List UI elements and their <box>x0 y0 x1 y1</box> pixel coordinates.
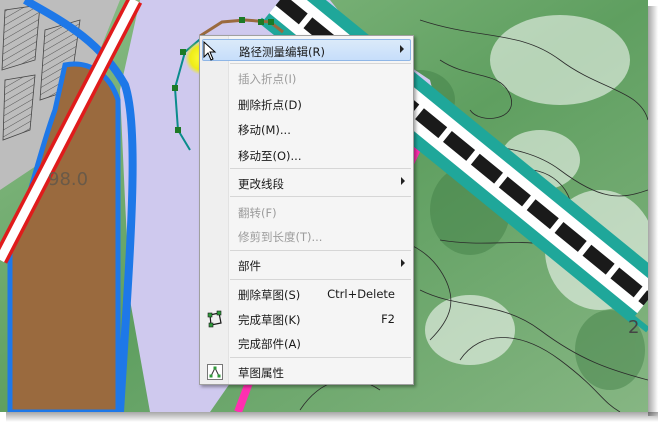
menu-item-delete-sketch[interactable]: 删除草图(S) Ctrl+Delete <box>202 283 411 305</box>
menu-item-label: 翻转(F) <box>238 206 277 220</box>
submenu-arrow-icon <box>401 259 405 267</box>
menu-item-change-segment[interactable]: 更改线段 <box>202 172 411 194</box>
menu-item-label: 删除草图(S) <box>238 288 301 302</box>
menu-item-finish-sketch[interactable]: 完成草图(K) F2 <box>202 308 411 330</box>
menu-item-move-to[interactable]: 移动至(O)... <box>202 144 411 166</box>
menu-item-route-measure-edit[interactable]: 路径测量编辑(R) <box>202 39 411 61</box>
finish-sketch-icon <box>206 310 224 328</box>
menu-item-label: 插入折点(I) <box>238 72 297 86</box>
context-menu: 路径测量编辑(R) 插入折点(I) 删除折点(D) 移动(M)... 移动至(O… <box>199 35 414 385</box>
map-view[interactable]: 98.0 2 路径测量编辑(R) 插入折点(I) 删除折点(D) 移动(M)..… <box>0 0 648 412</box>
menu-item-shortcut: F2 <box>381 312 395 326</box>
sketch-properties-icon <box>206 363 224 381</box>
menu-item-label: 删除折点(D) <box>238 98 302 112</box>
menu-item-trim-to-length[interactable]: 修剪到长度(T)... <box>202 225 411 247</box>
menu-item-label: 完成部件(A) <box>238 337 301 351</box>
menu-item-label: 更改线段 <box>238 177 284 191</box>
menu-separator <box>230 168 411 169</box>
window-shadow-right <box>648 6 658 416</box>
menu-separator <box>230 63 411 64</box>
menu-item-finish-part[interactable]: 完成部件(A) <box>202 332 411 354</box>
menu-item-label: 草图属性 <box>238 366 284 380</box>
menu-item-label: 完成草图(K) <box>238 313 301 327</box>
submenu-arrow-icon <box>401 177 405 185</box>
menu-item-part[interactable]: 部件 <box>202 254 411 276</box>
contour-label-right: 2 <box>628 317 639 338</box>
menu-item-label: 移动(M)... <box>238 123 291 137</box>
contour-label-left: 98.0 <box>48 169 88 190</box>
menu-item-insert-vertex[interactable]: 插入折点(I) <box>202 67 411 89</box>
menu-item-move[interactable]: 移动(M)... <box>202 118 411 140</box>
menu-separator <box>230 357 411 358</box>
menu-item-label: 路径测量编辑(R) <box>239 45 325 59</box>
menu-separator <box>230 196 411 197</box>
menu-separator <box>230 279 411 280</box>
menu-item-flip[interactable]: 翻转(F) <box>202 201 411 223</box>
menu-item-delete-vertex[interactable]: 删除折点(D) <box>202 93 411 115</box>
menu-item-label: 修剪到长度(T)... <box>238 230 323 244</box>
screenshot: 98.0 2 路径测量编辑(R) 插入折点(I) 删除折点(D) 移动(M)..… <box>0 0 660 425</box>
menu-separator <box>230 250 411 251</box>
menu-item-shortcut: Ctrl+Delete <box>327 287 395 301</box>
submenu-arrow-icon <box>400 45 404 53</box>
menu-item-label: 移动至(O)... <box>238 149 302 163</box>
window-shadow-bottom <box>6 412 658 422</box>
menu-item-sketch-properties[interactable]: 草图属性 <box>202 361 411 383</box>
mouse-pointer-icon <box>203 41 217 61</box>
menu-item-label: 部件 <box>238 259 261 273</box>
